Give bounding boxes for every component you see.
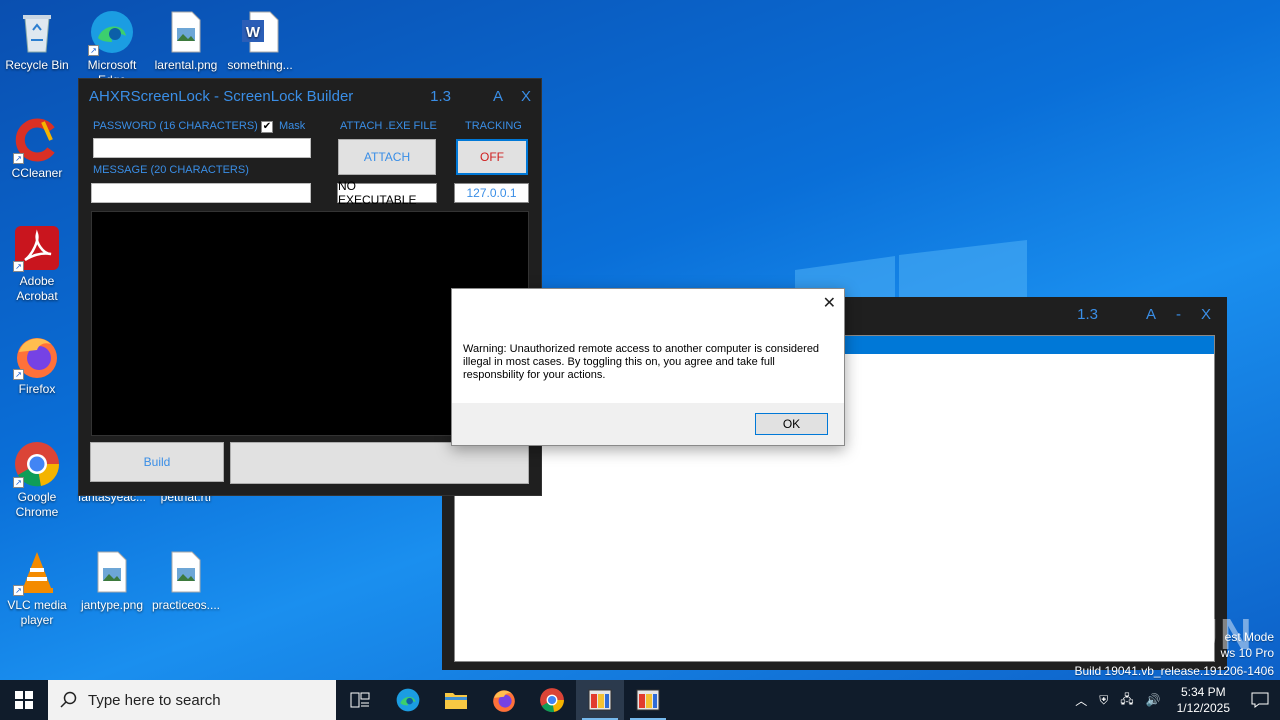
search-placeholder: Type here to search: [88, 691, 221, 709]
shortcut-arrow-icon: ↗: [13, 369, 24, 380]
search-icon: [60, 691, 77, 708]
recycle-bin-icon: [23, 15, 51, 53]
close-button[interactable]: X: [1201, 306, 1211, 323]
network-icon[interactable]: 🖧: [1120, 690, 1133, 711]
folder-icon: [445, 693, 467, 709]
taskbar-firefox[interactable]: [480, 680, 528, 720]
chevron-up-icon[interactable]: ︿: [1075, 692, 1087, 709]
message-input[interactable]: [91, 183, 311, 203]
shortcut-arrow-icon: ↗: [13, 153, 24, 164]
taskbar-file-explorer[interactable]: [432, 680, 480, 720]
warning-message: Warning: Unauthorized remote access to a…: [463, 343, 820, 381]
volume-icon[interactable]: 🔊: [1146, 693, 1161, 707]
system-tray: ︿ ⛨ 🖧 🔊 5:34 PM 1/12/2025: [1069, 680, 1280, 720]
desktop-icon-something[interactable]: W something...: [224, 8, 296, 73]
anyrun-watermark: ANY RUN: [1040, 610, 1254, 659]
word-document-icon: W: [242, 11, 279, 53]
edge-icon: [396, 688, 420, 712]
task-view-icon: [350, 692, 370, 708]
clock[interactable]: 5:34 PM 1/12/2025: [1177, 684, 1230, 716]
notification-icon: [1251, 692, 1269, 708]
clock-time: 5:34 PM: [1180, 685, 1226, 699]
image-file-icon: [97, 551, 127, 593]
message-label: MESSAGE (20 CHARACTERS): [93, 164, 249, 176]
ok-button[interactable]: OK: [755, 413, 828, 435]
task-view-button[interactable]: [336, 680, 384, 720]
version-label: 1.3: [1077, 305, 1098, 323]
minimize-button[interactable]: -: [1176, 306, 1181, 323]
chrome-icon: [540, 688, 564, 713]
desktop: Recycle Bin ↗ Microsoft Edge larental.pn…: [0, 0, 1280, 680]
close-button[interactable]: X: [521, 88, 531, 105]
app-icon: [588, 689, 612, 711]
tracking-ip: 127.0.0.1: [454, 183, 529, 203]
version-label: 1.3: [430, 87, 451, 105]
builder-titlebar: AHXRScreenLock - ScreenLock Builder 1.3 …: [79, 79, 541, 113]
window-title: AHXRScreenLock - ScreenLock Builder: [89, 87, 354, 105]
attach-label: ATTACH .EXE FILE: [340, 120, 437, 132]
build-button[interactable]: Build: [90, 442, 224, 482]
password-label: PASSWORD (16 CHARACTERS): [93, 120, 258, 132]
dialog-footer: OK: [452, 403, 844, 445]
desktop-icon-larental[interactable]: larental.png: [150, 8, 222, 73]
desktop-icon-chrome[interactable]: ↗ Google Chrome: [1, 440, 73, 520]
mask-label: Mask: [279, 120, 306, 132]
build-text: Build 19041.vb_release.191206-1406: [1074, 664, 1275, 678]
desktop-icon-acrobat[interactable]: ↗ Adobe Acrobat: [1, 224, 73, 304]
desktop-icon-firefox[interactable]: ↗ Firefox: [1, 332, 73, 397]
password-input[interactable]: [93, 138, 311, 158]
start-button[interactable]: [0, 680, 48, 720]
taskbar-chrome[interactable]: [528, 680, 576, 720]
executable-value: NO EXECUTABLE: [337, 179, 437, 207]
windows-start-icon: [15, 691, 33, 709]
firefox-icon: [493, 690, 515, 712]
tracking-toggle-button[interactable]: OFF: [456, 139, 528, 175]
desktop-icon-practiceos[interactable]: practiceos....: [150, 548, 222, 613]
svg-text:W: W: [246, 24, 261, 41]
desktop-icon-vlc[interactable]: ↗ VLC media player: [1, 548, 73, 628]
shortcut-arrow-icon: ↗: [13, 261, 24, 272]
image-file-icon: [171, 11, 201, 53]
a-button[interactable]: A: [1146, 306, 1156, 323]
notifications-button[interactable]: [1240, 692, 1280, 708]
warning-dialog: ✕ Warning: Unauthorized remote access to…: [451, 288, 845, 446]
image-file-icon: [171, 551, 201, 593]
shortcut-arrow-icon: ↗: [13, 585, 24, 596]
close-icon[interactable]: ✕: [823, 293, 836, 313]
desktop-icon-edge[interactable]: ↗ Microsoft Edge: [76, 8, 148, 78]
taskbar-edge[interactable]: [384, 680, 432, 720]
taskbar-app-screenlock-builder[interactable]: [576, 680, 624, 720]
taskbar: Type here to search ︿ ⛨ 🖧 🔊 5:34 PM 1/12…: [0, 680, 1280, 720]
shortcut-arrow-icon: ↗: [88, 45, 99, 56]
shortcut-arrow-icon: ↗: [13, 477, 24, 488]
attach-button[interactable]: ATTACH: [338, 139, 436, 175]
mask-checkbox[interactable]: ✔: [261, 121, 273, 133]
desktop-icon-jantype[interactable]: jantype.png: [76, 548, 148, 613]
desktop-icon-recycle-bin[interactable]: Recycle Bin: [1, 8, 73, 73]
clock-date: 1/12/2025: [1176, 701, 1230, 715]
app-icon: [636, 689, 660, 711]
a-button[interactable]: A: [493, 88, 503, 105]
progress-bar: [230, 442, 529, 484]
tracking-label: TRACKING: [465, 120, 522, 132]
taskbar-app-screenlock[interactable]: [624, 680, 672, 720]
taskbar-search[interactable]: Type here to search: [48, 680, 336, 720]
defender-icon[interactable]: ⛨: [1099, 693, 1108, 708]
desktop-icon-ccleaner[interactable]: ↗ CCleaner: [1, 116, 73, 181]
